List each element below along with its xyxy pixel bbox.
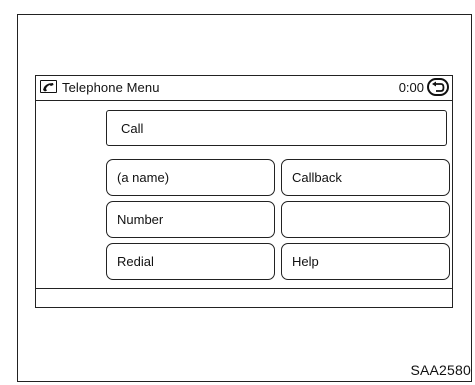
callback-button[interactable]: Callback bbox=[281, 159, 450, 196]
status-bar-divider bbox=[36, 288, 452, 289]
redial-button-label: Redial bbox=[117, 254, 154, 269]
redial-button[interactable]: Redial bbox=[106, 243, 275, 280]
help-button[interactable]: Help bbox=[281, 243, 450, 280]
screen-header: Telephone Menu 0:00 bbox=[36, 76, 452, 101]
empty-button[interactable] bbox=[281, 201, 450, 238]
back-icon[interactable] bbox=[427, 78, 449, 96]
telephone-screen: Telephone Menu 0:00 Call (a name) Callba… bbox=[35, 75, 453, 308]
name-button[interactable]: (a name) bbox=[106, 159, 275, 196]
time-display: 0:00 bbox=[398, 80, 424, 95]
number-button[interactable]: Number bbox=[106, 201, 275, 238]
help-button-label: Help bbox=[292, 254, 319, 269]
screen-title: Telephone Menu bbox=[62, 80, 160, 95]
figure-code: SAA2580 bbox=[410, 362, 471, 378]
number-button-label: Number bbox=[117, 212, 164, 227]
callback-button-label: Callback bbox=[292, 170, 342, 185]
name-button-label: (a name) bbox=[117, 170, 170, 185]
call-button-label: Call bbox=[121, 120, 144, 136]
phone-icon bbox=[40, 80, 57, 93]
call-button[interactable]: Call bbox=[106, 110, 447, 146]
